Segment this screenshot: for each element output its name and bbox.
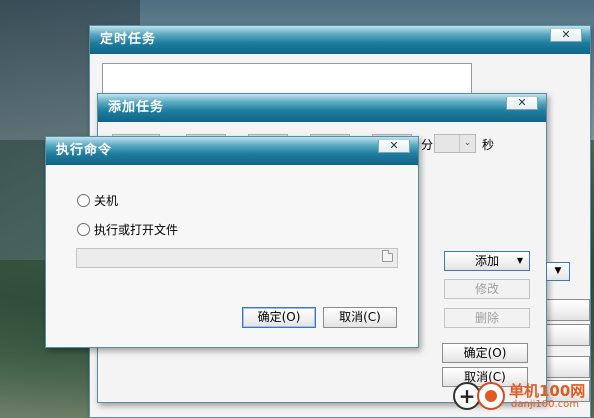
add-task-ok-button[interactable]: 确定(O): [442, 343, 528, 363]
chevron-down-icon[interactable]: ⌄: [459, 135, 475, 152]
open-file-label: 执行或打开文件: [94, 223, 179, 237]
file-path-input[interactable]: [76, 248, 398, 268]
timer-side-button-1[interactable]: [544, 299, 590, 321]
exec-ok-button[interactable]: 确定(O): [242, 307, 316, 328]
open-file-radio[interactable]: [77, 223, 90, 236]
folder-icon[interactable]: [382, 250, 393, 262]
shutdown-label: 关机: [94, 194, 119, 208]
second-combobox[interactable]: ⌄: [434, 134, 476, 153]
timer-task-titlebar[interactable]: 定时任务: [90, 26, 590, 54]
action-dropdown-arrow-icon[interactable]: ▼: [546, 262, 570, 281]
add-task-titlebar[interactable]: 添加任务: [98, 94, 546, 122]
second-unit-label: 秒: [482, 138, 495, 152]
delete-button[interactable]: 删除: [444, 308, 530, 328]
shutdown-radio[interactable]: [77, 194, 90, 207]
orange-dot-icon: [477, 382, 505, 410]
watermark-brand: 单机100网: [509, 382, 586, 400]
add-button[interactable]: 添加 ▼: [444, 251, 530, 271]
timer-side-button-3[interactable]: [544, 356, 590, 378]
execute-command-titlebar[interactable]: 执行命令: [46, 137, 418, 165]
add-close-icon[interactable]: ✕: [506, 97, 538, 110]
timer-side-button-2[interactable]: [544, 324, 590, 346]
watermark-domain: danji100.com: [511, 399, 579, 410]
dropdown-arrow-icon: ▼: [516, 256, 523, 265]
exec-cancel-button[interactable]: 取消(C): [323, 307, 397, 328]
add-button-label: 添加: [474, 254, 499, 268]
modify-button[interactable]: 修改: [444, 279, 530, 299]
minute-unit-label: 分: [421, 138, 434, 152]
watermark-logo: + 单机100网 danji100.com: [445, 378, 594, 418]
exec-close-icon[interactable]: ✕: [378, 140, 410, 153]
execute-command-window: 执行命令 ✕ 关机 执行或打开文件 确定(O) 取消(C): [45, 136, 419, 348]
timer-close-icon[interactable]: ✕: [550, 29, 582, 42]
